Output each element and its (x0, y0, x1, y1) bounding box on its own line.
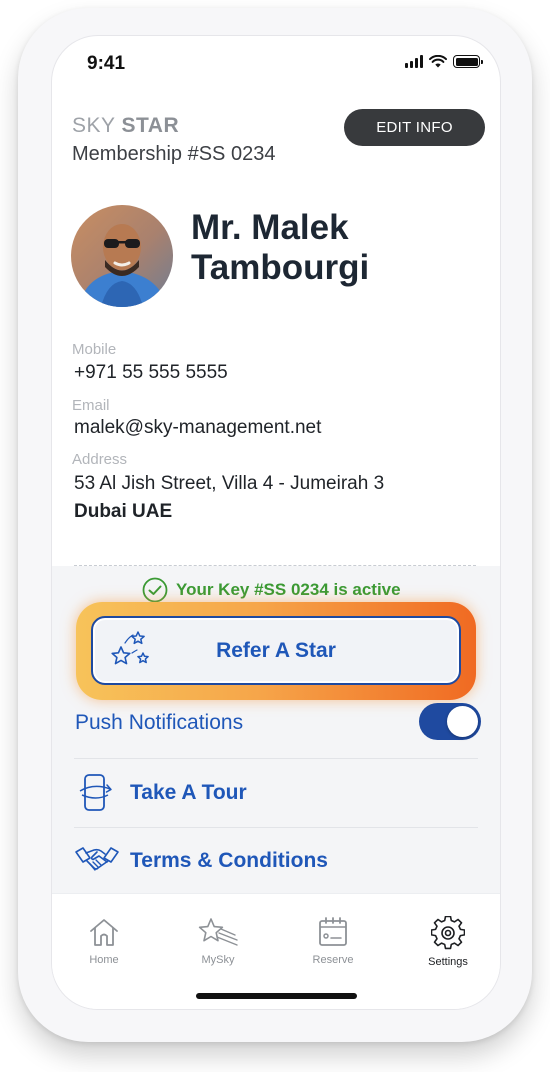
tab-settings-label: Settings (428, 956, 468, 968)
avatar (71, 205, 173, 307)
terms-conditions-item[interactable]: Terms & Conditions (72, 842, 328, 880)
home-indicator[interactable] (196, 993, 357, 999)
email-value: malek@sky-management.net (74, 417, 322, 438)
take-a-tour-item[interactable]: Take A Tour (72, 773, 247, 813)
push-notifications-toggle[interactable] (419, 703, 481, 740)
mobile-label: Mobile (72, 341, 117, 358)
handshake-icon (75, 847, 119, 871)
wifi-icon (429, 55, 447, 68)
tab-mysky[interactable]: MySky (173, 916, 263, 966)
key-status-text: Your Key #SS 0234 is active (176, 580, 401, 599)
gear-icon (431, 916, 465, 950)
mobile-value: +971 55 555 5555 (74, 362, 228, 383)
app-screen: 9:41 SKY STAR Membership #SS 0234 EDIT I… (52, 36, 500, 1009)
calendar-icon (319, 917, 347, 946)
divider (74, 827, 478, 828)
key-status: Your Key #SS 0234 is active (142, 577, 401, 603)
tab-home-label: Home (89, 954, 119, 966)
cellular-signal-icon (405, 55, 423, 68)
address-line1: 53 Al Jish Street, Villa 4 - Jumeirah 3 (74, 473, 385, 494)
tab-settings[interactable]: Settings (403, 916, 493, 968)
edit-info-button[interactable]: EDIT INFO (344, 109, 485, 146)
star-icon (198, 918, 238, 946)
tab-reserve-label: Reserve (312, 954, 354, 966)
check-circle-icon (142, 577, 168, 603)
brand-logo: SKY STAR (72, 114, 179, 138)
divider (74, 758, 478, 759)
status-bar: 9:41 (52, 36, 500, 92)
refer-a-star-button[interactable]: Refer A Star (91, 616, 461, 685)
tab-reserve[interactable]: Reserve (288, 916, 378, 966)
email-label: Email (72, 397, 110, 414)
tab-mysky-label: MySky (201, 954, 235, 966)
brand-bold: STAR (121, 114, 180, 137)
address-label: Address (72, 451, 128, 468)
profile-name: Mr. Malek Tambourgi (191, 208, 370, 287)
terms-conditions-label: Terms & Conditions (130, 849, 328, 872)
battery-icon (453, 55, 483, 68)
push-notifications-label: Push Notifications (75, 711, 244, 734)
take-a-tour-label: Take A Tour (130, 781, 247, 804)
address-line2: Dubai UAE (74, 501, 173, 522)
phone-rotate-icon (79, 774, 112, 811)
tab-home[interactable]: Home (59, 916, 149, 966)
status-time: 9:41 (87, 53, 126, 74)
home-icon (90, 919, 118, 946)
status-icons (405, 55, 483, 68)
membership-number: Membership #SS 0234 (72, 143, 276, 165)
toggle-knob (447, 706, 478, 737)
brand-light: SKY (72, 114, 116, 137)
refer-a-star-label: Refer A Star (216, 638, 336, 662)
divider (74, 565, 476, 566)
